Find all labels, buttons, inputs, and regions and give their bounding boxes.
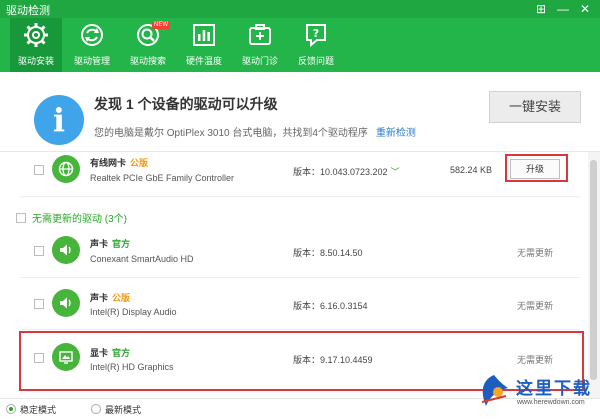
device-name: 声卡 官方 bbox=[90, 239, 131, 249]
device-name: 声卡 公版 bbox=[90, 293, 131, 303]
latest-mode-radio[interactable] bbox=[91, 404, 101, 414]
scrollbar-thumb[interactable] bbox=[590, 160, 597, 380]
device-model: Intel(R) Display Audio bbox=[90, 307, 177, 317]
status-no-update: 无需更新 bbox=[517, 248, 554, 258]
speaker-icon bbox=[60, 244, 71, 256]
pc-summary: 您的电脑是戴尔 OptiPlex 3010 台式电脑，共找到4个驱动程序 bbox=[94, 128, 368, 139]
info-icon: i bbox=[34, 95, 84, 145]
tab-label: 驱动安装 bbox=[17, 56, 54, 66]
row-checkbox bbox=[34, 246, 44, 256]
device-model: Realtek PCIe GbE Family Controller bbox=[90, 173, 235, 183]
row-checkbox[interactable] bbox=[34, 165, 44, 175]
tab-label: 驱动管理 bbox=[73, 56, 110, 66]
tag-generic: 公版 bbox=[112, 293, 131, 303]
no-update-section-header: 无需更新的驱动 (3个) bbox=[16, 210, 127, 225]
medical-kit-icon bbox=[249, 24, 271, 45]
tag-official: 官方 bbox=[112, 239, 131, 249]
row-checkbox bbox=[34, 299, 44, 309]
restore-icon[interactable]: ⊞ bbox=[530, 0, 552, 18]
tab-hardware-temp[interactable]: 硬件温度 bbox=[178, 18, 230, 72]
new-badge: NEW bbox=[152, 22, 170, 29]
watermark-text: 这里下载 bbox=[516, 379, 592, 399]
tab-driver-manage[interactable]: 驱动管理 bbox=[66, 18, 118, 72]
tab-label: 驱动门诊 bbox=[241, 56, 278, 66]
banner-title: 发现 1 个设备的驱动可以升级 bbox=[94, 96, 278, 112]
device-version: 版本：8.50.14.50 bbox=[293, 248, 363, 258]
svg-text:?: ? bbox=[313, 27, 319, 40]
status-no-update: 无需更新 bbox=[517, 301, 554, 311]
close-button[interactable]: ✕ bbox=[574, 0, 596, 18]
divider bbox=[20, 329, 580, 330]
bar-chart-icon bbox=[193, 24, 215, 46]
tab-driver-clinic[interactable]: 驱动门诊 bbox=[234, 18, 286, 72]
driver-size: 582.24 KB bbox=[450, 165, 493, 175]
rescan-link[interactable]: 重新检测 bbox=[376, 128, 416, 139]
device-version: 版本：6.16.0.3154 bbox=[293, 301, 368, 311]
tab-driver-search[interactable]: NEW 驱动搜索 bbox=[122, 18, 174, 72]
window-controls: ⊞ — ✕ bbox=[530, 0, 596, 18]
refresh-icon bbox=[81, 24, 103, 46]
minimize-button[interactable]: — bbox=[552, 0, 574, 18]
tag-generic: 公版 bbox=[130, 158, 149, 168]
main-toolbar: 驱动安装 驱动管理 NEW 驱动搜索 硬件温度 驱动门诊 ? 反馈问题 bbox=[0, 18, 600, 72]
watermark-url: www.herewdown.com bbox=[517, 399, 585, 406]
tab-label: 硬件温度 bbox=[185, 56, 222, 66]
banner-subtitle: 您的电脑是戴尔 OptiPlex 3010 台式电脑，共找到4个驱动程序 重新检测 bbox=[94, 124, 416, 139]
stable-mode-label: 稳定模式 bbox=[20, 405, 57, 415]
highlight-box-upgrade bbox=[505, 154, 568, 182]
question-icon: ? bbox=[306, 24, 326, 48]
one-click-install-button[interactable]: 一键安装 bbox=[489, 91, 581, 123]
tab-driver-install[interactable]: 驱动安装 bbox=[10, 18, 62, 72]
stable-mode-radio[interactable] bbox=[6, 404, 16, 414]
watermark-logo-icon bbox=[481, 375, 508, 406]
section-checkbox[interactable] bbox=[16, 213, 26, 223]
version-dropdown-icon[interactable]: ﹀ bbox=[391, 167, 400, 177]
device-icon bbox=[52, 289, 80, 317]
device-version: 版本：10.043.0723.202 ﹀ bbox=[293, 167, 400, 177]
speaker-icon bbox=[60, 297, 71, 309]
device-icon bbox=[52, 236, 80, 264]
divider bbox=[20, 277, 580, 278]
device-name: 有线网卡 公版 bbox=[90, 158, 149, 168]
tab-label: 驱动搜索 bbox=[129, 56, 166, 66]
title-bar: 驱动检测 ⊞ — ✕ bbox=[0, 0, 600, 18]
globe-icon bbox=[58, 161, 74, 177]
window-title: 驱动检测 bbox=[6, 5, 50, 17]
gear-icon bbox=[24, 23, 48, 47]
device-model: Conexant SmartAudio HD bbox=[90, 254, 194, 264]
divider bbox=[20, 196, 580, 197]
latest-mode-label: 最新模式 bbox=[105, 405, 142, 415]
device-icon bbox=[52, 155, 80, 183]
tab-feedback[interactable]: ? 反馈问题 bbox=[290, 18, 342, 72]
tab-label: 反馈问题 bbox=[297, 56, 334, 66]
